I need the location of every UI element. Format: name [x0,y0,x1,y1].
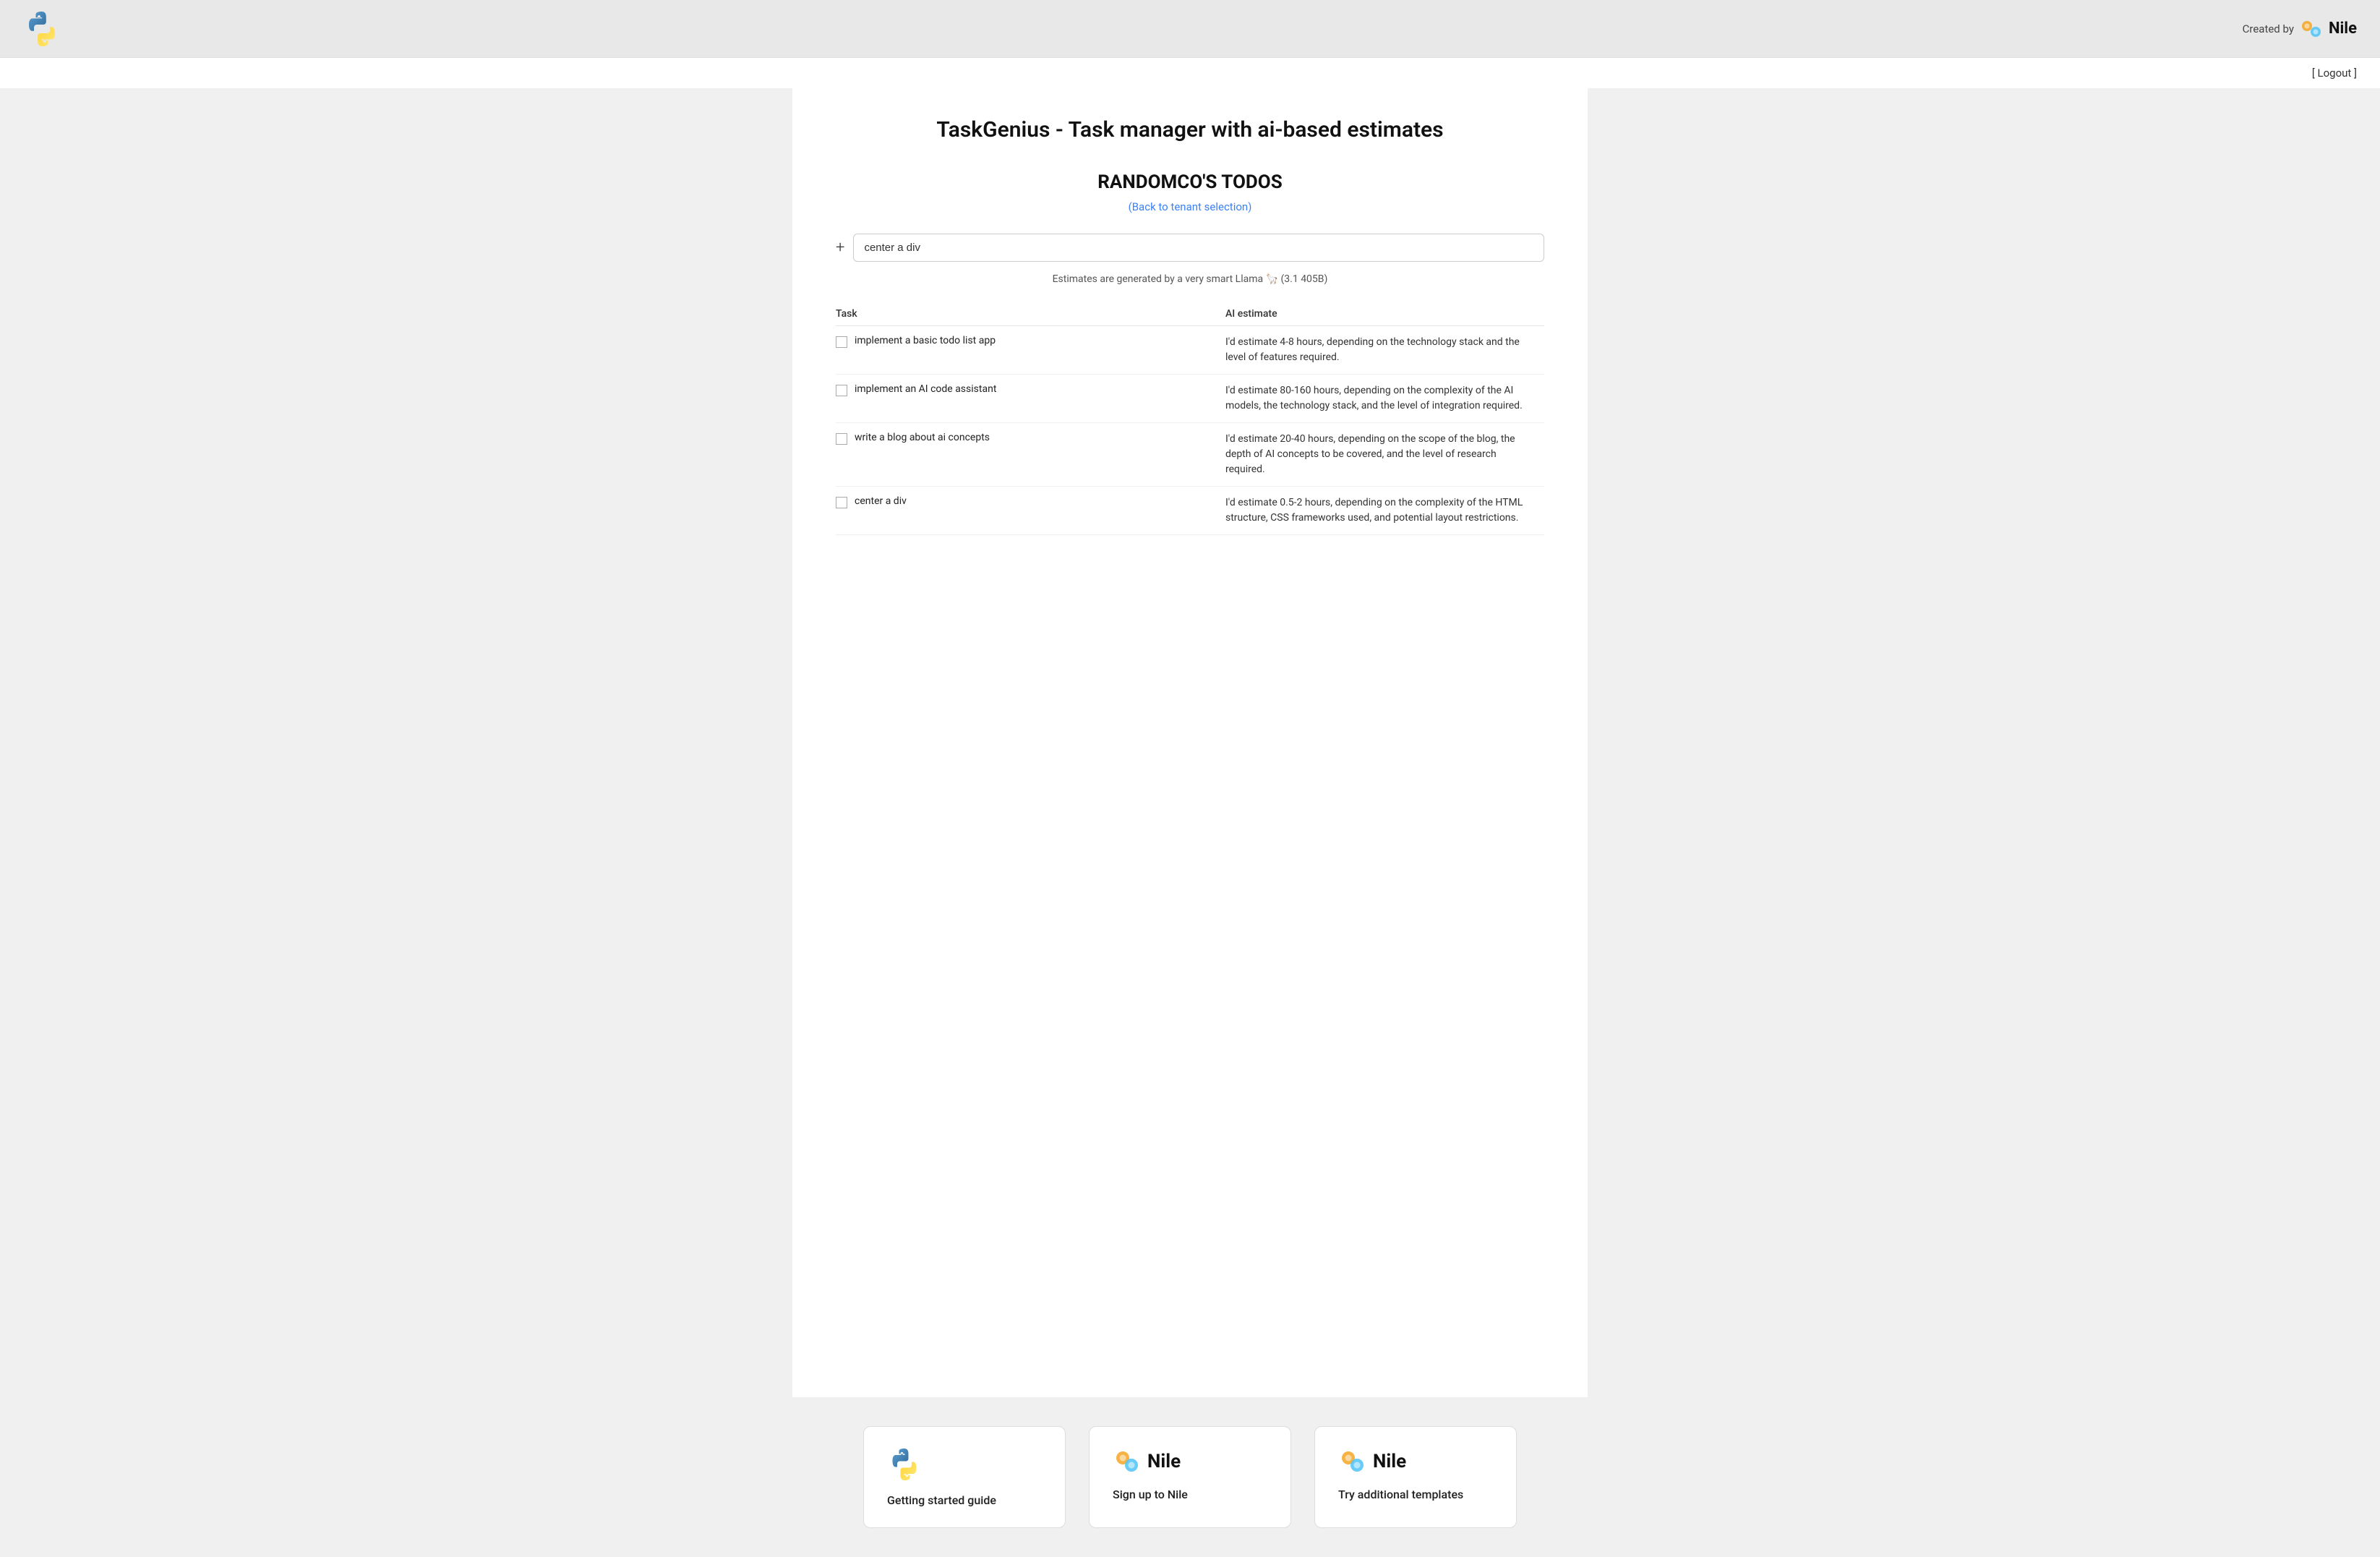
col-task-header: Task [836,302,1225,326]
table-row: implement an AI code assistant I'd estim… [836,375,1544,423]
task-text-0: implement a basic todo list app [855,335,996,346]
footer-card-templates[interactable]: Nile Try additional templates [1314,1426,1517,1528]
back-to-tenant-link[interactable]: (Back to tenant selection) [836,200,1544,213]
task-cell-3: center a div [836,487,1225,535]
nile-header-icon [2300,17,2323,40]
todos-section: RANDOMCO'S TODOS (Back to tenant selecti… [836,171,1544,535]
estimate-text-2: I'd estimate 20-40 hours, depending on t… [1225,433,1515,475]
table-row: write a blog about ai concepts I'd estim… [836,423,1544,487]
task-checkbox-2[interactable] [836,433,847,445]
estimate-text-0: I'd estimate 4-8 hours, depending on the… [1225,336,1520,363]
task-checkbox-3[interactable] [836,497,847,508]
header: Created by Nile [0,0,2380,58]
footer-card-sign-up[interactable]: Nile Sign up to Nile [1089,1426,1291,1528]
footer-card-templates-label: Try additional templates [1338,1488,1463,1501]
task-text-1: implement an AI code assistant [855,383,996,395]
nile-signup-brand-text: Nile [1147,1451,1181,1472]
task-text-2: write a blog about ai concepts [855,432,990,443]
task-checkbox-1[interactable] [836,385,847,396]
estimate-cell-3: I'd estimate 0.5-2 hours, depending on t… [1225,487,1544,535]
footer-card-getting-started[interactable]: Getting started guide [863,1426,1066,1528]
logo-area [23,10,61,48]
add-task-input[interactable] [853,234,1544,262]
nile-signup-icon [1113,1447,1142,1476]
footer-card-getting-started-label: Getting started guide [887,1493,996,1507]
logout-bar: [ Logout ] [0,58,2380,88]
footer-card-sign-up-label: Sign up to Nile [1113,1488,1188,1501]
todos-heading: RANDOMCO'S TODOS [836,171,1544,193]
footer-cards: Getting started guide Nile Sign up to Ni… [0,1397,2380,1557]
task-checkbox-0[interactable] [836,336,847,348]
add-task-plus-icon[interactable]: + [836,239,844,257]
logout-button[interactable]: [ Logout ] [2312,67,2357,80]
nile-templates-brand: Nile [1338,1447,1406,1476]
nile-templates-icon [1338,1447,1367,1476]
estimate-text-3: I'd estimate 0.5-2 hours, depending on t… [1225,497,1523,524]
created-by-label: Created by [2243,22,2294,35]
col-estimate-header: AI estimate [1225,302,1544,326]
estimate-cell-1: I'd estimate 80-160 hours, depending on … [1225,375,1544,423]
python-logo-icon [23,10,61,48]
task-cell-2: write a blog about ai concepts [836,423,1225,487]
nile-brand-text: Nile [2329,20,2357,38]
task-cell-1: implement an AI code assistant [836,375,1225,423]
task-cell-0: implement a basic todo list app [836,326,1225,375]
page-title: TaskGenius - Task manager with ai-based … [836,117,1544,142]
task-text-3: center a div [855,495,907,507]
estimate-cell-2: I'd estimate 20-40 hours, depending on t… [1225,423,1544,487]
nile-sign-up-brand: Nile [1113,1447,1181,1476]
table-row: implement a basic todo list app I'd esti… [836,326,1544,375]
estimate-cell-0: I'd estimate 4-8 hours, depending on the… [1225,326,1544,375]
main-content: TaskGenius - Task manager with ai-based … [792,88,1588,1397]
table-row: center a div I'd estimate 0.5-2 hours, d… [836,487,1544,535]
tasks-table: Task AI estimate implement a basic todo … [836,302,1544,535]
estimates-note: Estimates are generated by a very smart … [836,273,1544,285]
header-right: Created by Nile [2243,17,2357,40]
estimate-text-1: I'd estimate 80-160 hours, depending on … [1225,385,1523,411]
python-card-icon [887,1447,922,1482]
nile-templates-brand-text: Nile [1373,1451,1406,1472]
add-task-row: + [836,234,1544,262]
